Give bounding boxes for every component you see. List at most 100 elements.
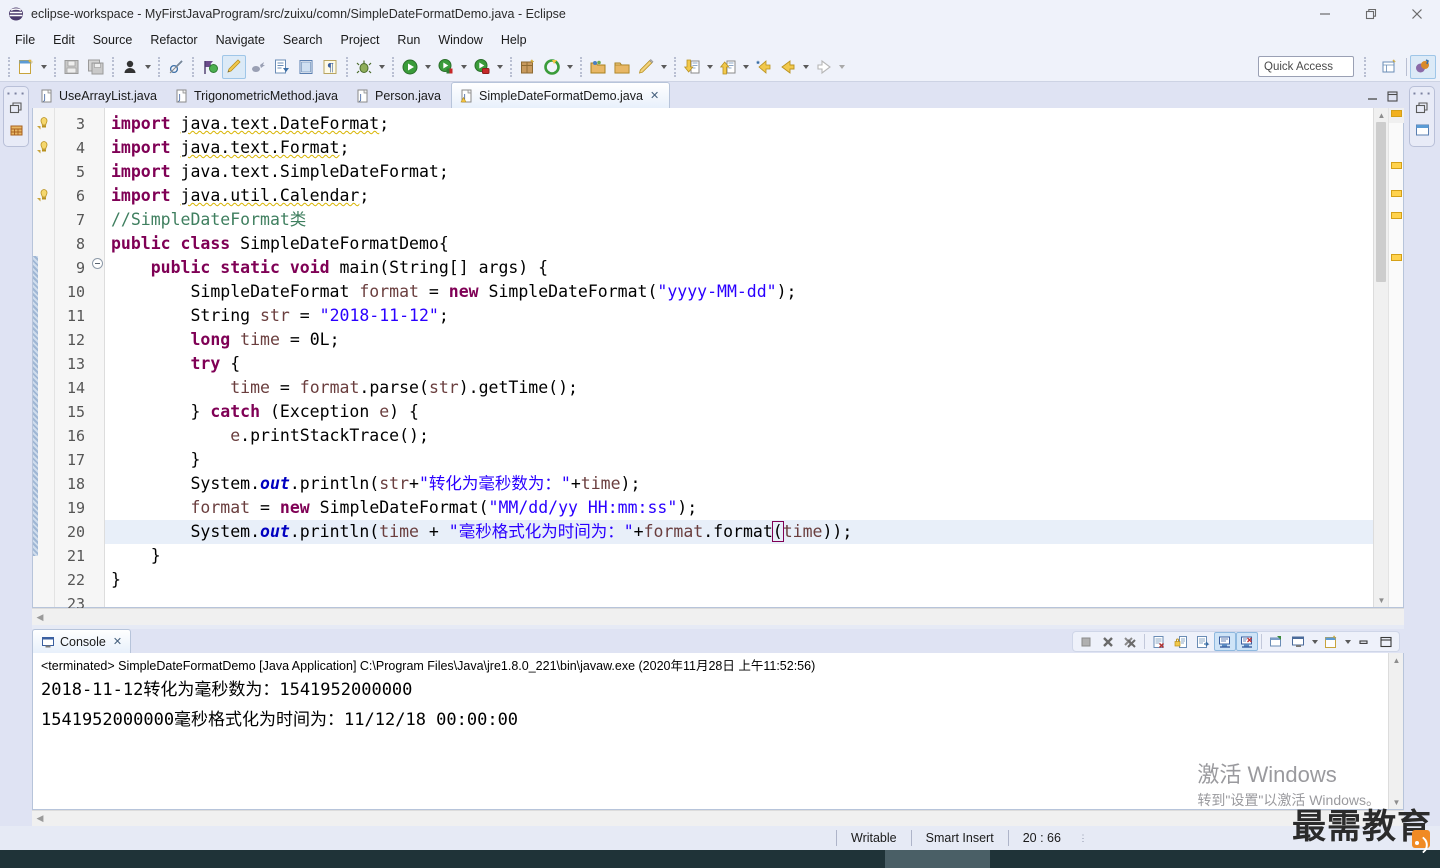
forward-icon[interactable] (812, 55, 836, 79)
scroll-lock-icon[interactable] (1170, 632, 1192, 651)
code-line[interactable]: import java.text.SimpleDateFormat; (105, 160, 1373, 184)
word-wrap-icon[interactable] (1192, 632, 1214, 651)
overview-marker[interactable] (1391, 254, 1402, 261)
menu-run[interactable]: Run (388, 31, 429, 49)
code-line-current[interactable]: System.out.println(time + "毫秒格式化为时间为："+f… (105, 520, 1373, 544)
editor-tab-simpledateformatdemo[interactable]: J SimpleDateFormatDemo.java ✕ (451, 82, 671, 108)
coverage-dropdown[interactable] (494, 55, 506, 79)
code-line[interactable]: time = format.parse(str).getTime(); (105, 376, 1373, 400)
menu-navigate[interactable]: Navigate (207, 31, 274, 49)
maximize-icon[interactable] (1382, 87, 1402, 105)
editor-area[interactable]: 3 4 5 6 7 8 9 10 11 12 13 14 15 16 17 18… (32, 108, 1404, 613)
open-console-icon[interactable] (1320, 632, 1342, 651)
rail-handle[interactable]: ▪ ▪ ▪ (7, 90, 25, 98)
display-selected-console-dropdown[interactable] (1309, 632, 1320, 651)
code-line[interactable]: public static void main(String[] args) { (105, 256, 1373, 280)
run-external-dropdown[interactable] (458, 55, 470, 79)
close-icon[interactable]: ✕ (113, 635, 122, 648)
fold-collapse-icon[interactable] (92, 258, 103, 269)
open-perspective-icon[interactable] (1377, 55, 1403, 79)
previous-annotation-icon[interactable] (246, 55, 270, 79)
refresh-icon[interactable] (540, 55, 564, 79)
show-console-on-error-icon[interactable] (1236, 632, 1258, 651)
open-folder-icon[interactable] (586, 55, 610, 79)
status-resize-handle[interactable]: ⋮ (1075, 834, 1091, 843)
clear-console-icon[interactable] (1148, 632, 1170, 651)
menu-search[interactable]: Search (274, 31, 332, 49)
next-annotation-icon[interactable] (198, 55, 222, 79)
warning-marker-icon[interactable] (37, 116, 51, 130)
debug-dropdown[interactable] (376, 55, 388, 79)
skip-breakpoints-icon[interactable] (164, 55, 188, 79)
code-line[interactable]: import java.text.Format; (105, 136, 1373, 160)
console-vertical-scrollbar[interactable]: ▲ ▼ (1388, 653, 1403, 809)
warning-marker-icon[interactable] (37, 188, 51, 202)
code-text-area[interactable]: import java.text.DateFormat; import java… (105, 108, 1373, 607)
menu-file[interactable]: File (6, 31, 44, 49)
back-dropdown[interactable] (800, 55, 812, 79)
quick-access-input[interactable]: Quick Access (1258, 56, 1354, 77)
save-icon[interactable] (60, 55, 84, 79)
menu-project[interactable]: Project (332, 31, 389, 49)
pencil-dropdown[interactable] (658, 55, 670, 79)
tab-console[interactable]: Console ✕ (32, 629, 132, 653)
run-icon[interactable] (398, 55, 422, 79)
menu-refactor[interactable]: Refactor (141, 31, 206, 49)
editor-tab-person[interactable]: J Person.java (348, 84, 452, 108)
menu-window[interactable]: Window (429, 31, 491, 49)
editor-tab-usearraylist[interactable]: J UseArrayList.java (32, 84, 167, 108)
console-horizontal-scrollbar[interactable]: ◀ (32, 810, 1404, 826)
code-line[interactable]: import java.util.Calendar; (105, 184, 1373, 208)
download-icon[interactable] (680, 55, 704, 79)
forward-dropdown[interactable] (836, 55, 848, 79)
taskbar-active-item[interactable] (885, 850, 990, 868)
overview-marker[interactable] (1391, 110, 1402, 117)
scroll-left-icon[interactable]: ◀ (32, 609, 48, 625)
warning-marker-icon[interactable] (37, 140, 51, 154)
run-dropdown[interactable] (422, 55, 434, 79)
scroll-up-icon[interactable]: ▲ (1389, 653, 1404, 667)
new-wizard-dropdown[interactable] (38, 55, 50, 79)
code-line[interactable]: //SimpleDateFormat类 (105, 208, 1373, 232)
scroll-down-icon[interactable]: ▼ (1389, 795, 1404, 809)
debug-bug-icon[interactable] (352, 55, 376, 79)
overview-marker[interactable] (1391, 212, 1402, 219)
remove-all-launches-icon[interactable] (1119, 632, 1141, 651)
show-console-on-output-icon[interactable] (1214, 632, 1236, 651)
minimize-icon[interactable] (1362, 87, 1382, 105)
code-line[interactable]: System.out.println(str+"转化为毫秒数为："+time); (105, 472, 1373, 496)
restore-icon[interactable] (1348, 0, 1394, 28)
toggle-mark-occurrences-icon[interactable] (222, 54, 246, 79)
rail-handle[interactable]: ▪ ▪ ▪ (1413, 90, 1431, 98)
code-line[interactable]: } catch (Exception e) { (105, 400, 1373, 424)
new-java-class-icon[interactable] (270, 55, 294, 79)
java-perspective-icon[interactable] (1410, 55, 1436, 79)
debug-person-dropdown[interactable] (142, 55, 154, 79)
close-icon[interactable]: ✕ (650, 89, 659, 102)
editor-overview-ruler[interactable] (1388, 108, 1404, 607)
restore-view-icon[interactable] (6, 97, 26, 119)
open-type-icon[interactable] (294, 55, 318, 79)
upload-icon[interactable] (716, 55, 740, 79)
display-selected-console-icon[interactable] (1287, 632, 1309, 651)
download-dropdown[interactable] (704, 55, 716, 79)
menu-edit[interactable]: Edit (44, 31, 84, 49)
package-explorer-icon[interactable] (6, 119, 26, 141)
code-line[interactable]: SimpleDateFormat format = new SimpleDate… (105, 280, 1373, 304)
code-line[interactable]: format = new SimpleDateFormat("MM/dd/yy … (105, 496, 1373, 520)
scroll-up-icon[interactable]: ▲ (1374, 108, 1389, 122)
code-line[interactable]: long time = 0L; (105, 328, 1373, 352)
new-wizard-icon[interactable] (14, 55, 38, 79)
code-line[interactable] (105, 592, 1373, 607)
editor-tab-trigonometricmethod[interactable]: J TrigonometricMethod.java (166, 84, 348, 108)
remove-launch-icon[interactable] (1097, 632, 1119, 651)
pencil-icon[interactable] (634, 55, 658, 79)
run-external-tools-icon[interactable] (434, 55, 458, 79)
code-line[interactable]: String str = "2018-11-12"; (105, 304, 1373, 328)
save-all-icon[interactable] (84, 55, 108, 79)
menu-source[interactable]: Source (84, 31, 142, 49)
code-line[interactable]: e.printStackTrace(); (105, 424, 1373, 448)
coverage-icon[interactable] (470, 55, 494, 79)
minimize-icon[interactable] (1353, 632, 1375, 651)
code-line[interactable]: } (105, 544, 1373, 568)
